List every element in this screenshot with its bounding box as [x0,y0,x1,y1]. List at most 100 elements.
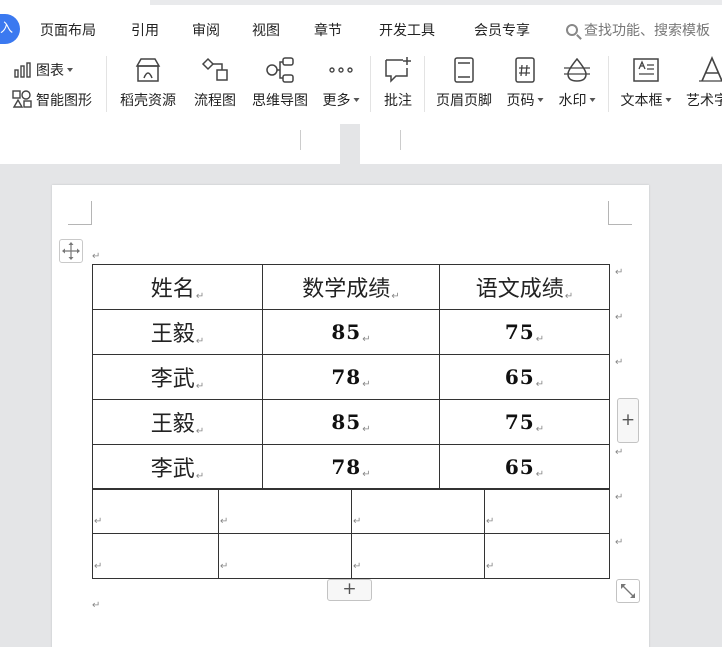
docer-resource-label: 稻壳资源 [120,93,176,109]
search-placeholder: 查找功能、搜索模板 [584,23,710,39]
empty-cell[interactable]: ↵ [484,488,610,534]
table-row: 王毅↵ 85↵ 75↵ [92,399,610,445]
table-cell[interactable]: 75↵ [439,399,610,445]
tab-chapter[interactable]: 章节 [314,20,342,40]
cell-mark: ↵ [486,560,495,572]
cell-mark: ↵ [195,291,205,302]
add-row-button[interactable]: + [327,579,372,601]
chart-button[interactable]: 图表 [14,60,73,80]
previous-page-bottom [0,124,340,164]
mindmap-button[interactable]: 思维导图 [248,44,312,124]
student-name: 王毅 [150,322,195,347]
watermark-button[interactable]: 水印 [552,44,602,124]
header-cell-math[interactable]: 数学成绩↵ [262,264,440,310]
cell-mark: ↵ [220,560,229,572]
header-cell-name[interactable]: 姓名↵ [92,264,263,310]
table-cell[interactable]: 75↵ [439,309,610,355]
table-resize-handle[interactable] [616,579,640,603]
header-footer-icon [454,57,474,83]
header-chinese-text: 语文成绩 [475,277,564,302]
toolbar-separator [608,56,609,112]
cell-mark: ↵ [535,333,545,345]
row-end-mark: ↵ [615,267,624,278]
add-column-button[interactable]: + [617,398,639,443]
margin-corner-top-left [68,201,92,225]
search-box[interactable]: 查找功能、搜索模板 [566,20,710,40]
tab-member[interactable]: 会员专享 [474,20,530,40]
tab-insert[interactable]: 入 [0,14,20,44]
docer-resource-button[interactable]: 稻壳资源 [116,44,180,124]
wordart-button[interactable]: 艺术字 [682,44,722,124]
empty-cell[interactable]: ↵ [484,533,610,579]
table-cell[interactable]: 78↵ [262,354,440,400]
mindmap-label: 思维导图 [252,93,308,109]
flowchart-label: 流程图 [194,93,236,109]
table-cell[interactable]: 85↵ [262,399,440,445]
watermark-caret-icon [589,98,596,102]
docer-resource-icon [135,58,161,82]
cell-mark: ↵ [362,423,371,435]
toolbar-separator [106,56,107,112]
table-cell[interactable]: 王毅↵ [92,309,263,355]
table-row: 李武↵ 78↵ 65↵ [92,354,610,400]
table-cell[interactable]: 78↵ [262,444,440,490]
more-button[interactable]: 更多 [318,44,364,124]
empty-cell[interactable]: ↵ [351,488,485,534]
comment-button[interactable]: 批注 [376,44,420,124]
row-end-mark: ↵ [615,357,624,368]
insert-toolbar: 图表 智能图形 稻壳资源 流程图 思维导图 更多 批注 页眉页脚 页码 水印 文… [0,44,722,124]
tab-review[interactable]: 审阅 [192,20,220,40]
chart-caret-icon [67,68,73,72]
toolbar-separator [370,56,371,112]
empty-cell[interactable]: ↵ [218,533,352,579]
cell-mark: ↵ [362,378,371,390]
smart-art-button[interactable]: 智能图形 [12,90,92,110]
math-score: 85 [331,319,362,344]
empty-cell[interactable]: ↵ [92,488,219,534]
textbox-button[interactable]: 文本框 [616,44,676,124]
table-header-row: 姓名↵ 数学成绩↵ 语文成绩↵ [92,264,610,310]
header-footer-button[interactable]: 页眉页脚 [432,44,496,124]
table-move-handle[interactable] [59,239,83,263]
smart-art-label: 智能图形 [36,93,92,109]
flowchart-button[interactable]: 流程图 [188,44,242,124]
watermark-icon [564,57,590,82]
tab-references[interactable]: 引用 [131,20,159,40]
more-label: 更多 [323,90,360,110]
empty-cell[interactable]: ↵ [218,488,352,534]
cell-mark: ↵ [486,515,495,527]
header-math-text: 数学成绩 [302,277,391,302]
tab-view[interactable]: 视图 [252,20,280,40]
page-number-button[interactable]: 页码 [502,44,548,124]
page-number-caret-icon [537,98,544,102]
textbox-caret-icon [665,98,672,102]
cell-mark: ↵ [362,468,371,480]
empty-table[interactable]: ↵ ↵ ↵ ↵ ↵ ↵ ↵ ↵ [92,488,610,579]
page-number-icon [515,57,535,83]
table-cell[interactable]: 李武↵ [92,354,263,400]
row-end-mark: ↵ [615,447,624,458]
tab-page-layout[interactable]: 页面布局 [40,20,96,40]
cell-mark: ↵ [535,423,545,435]
page-number-label: 页码 [507,90,544,110]
table-cell[interactable]: 65↵ [439,354,610,400]
textbox-label: 文本框 [621,90,672,110]
header-cell-chinese[interactable]: 语文成绩↵ [439,264,610,310]
table-cell[interactable]: 65↵ [439,444,610,490]
student-name: 李武 [150,367,195,392]
empty-cell[interactable]: ↵ [92,533,219,579]
tab-developer[interactable]: 开发工具 [379,20,435,40]
page-number-text: 页码 [506,93,535,109]
move-arrows-icon [62,242,80,260]
table-cell[interactable]: 王毅↵ [92,399,263,445]
table-cell[interactable]: 85↵ [262,309,440,355]
score-table[interactable]: 姓名↵ 数学成绩↵ 语文成绩↵ 王毅↵ 85↵ 75↵ 李武↵ 78↵ 65↵ … [92,264,610,490]
chinese-score: 75 [504,409,535,434]
margin-corner-top-right [608,201,632,225]
table-row: ↵ ↵ ↵ ↵ [92,488,610,534]
paragraph-mark: ↵ [92,600,101,611]
mindmap-icon [266,57,294,83]
empty-cell[interactable]: ↵ [351,533,485,579]
smart-art-icon [12,90,32,108]
table-cell[interactable]: 李武↵ [92,444,263,490]
